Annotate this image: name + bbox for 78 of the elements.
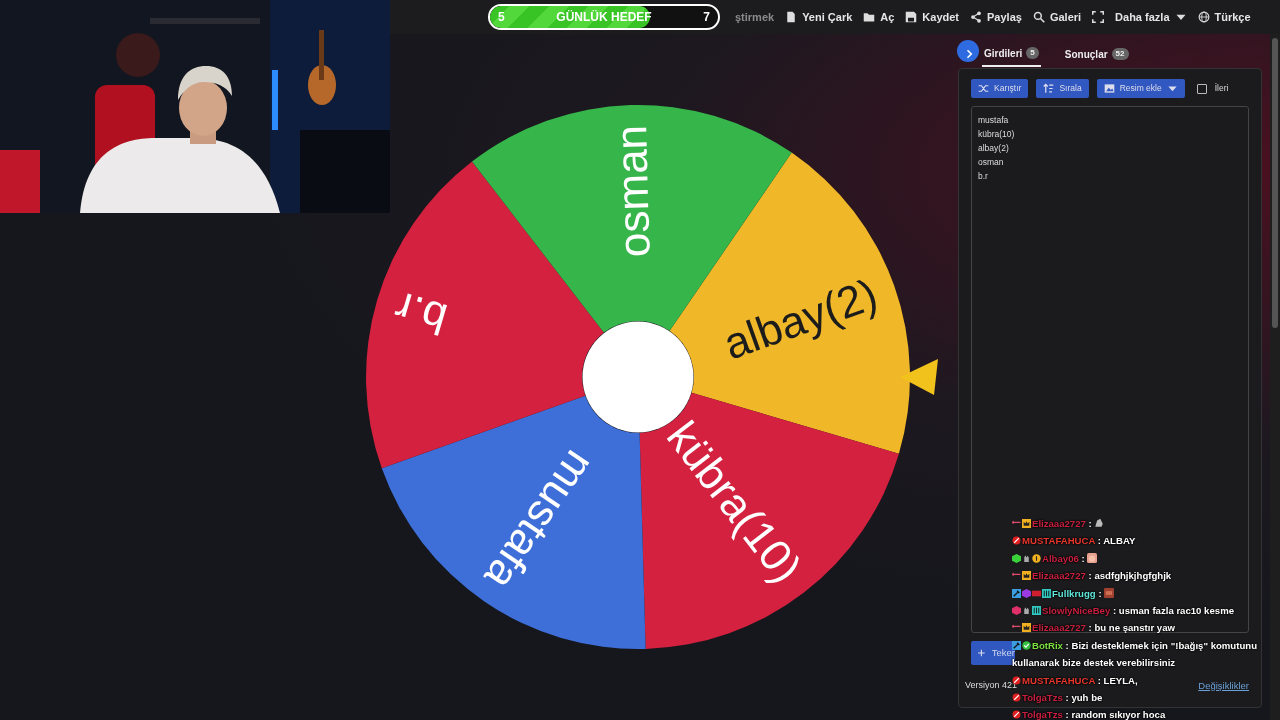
- toolbar-button[interactable]: Yeni Çark: [785, 8, 853, 26]
- share-icon: [970, 11, 983, 23]
- search-icon: [1032, 11, 1045, 23]
- action-button[interactable]: Karıştır: [971, 79, 1029, 98]
- checkbox-label: İleri: [1214, 82, 1229, 95]
- shuffle-icon: [978, 83, 989, 94]
- file-icon: [785, 11, 798, 23]
- toolbar-button[interactable]: Daha fazla: [1115, 8, 1187, 26]
- badge-icon: [1012, 588, 1021, 598]
- scrollbar-thumb[interactable]: [1272, 38, 1278, 328]
- badge-icon: [1022, 571, 1031, 581]
- wheel-slice[interactable]: [639, 392, 899, 649]
- chat-username: TolgaTzs: [1022, 709, 1063, 720]
- panel-tab[interactable]: Sonuçlar 52: [1062, 42, 1131, 66]
- chat-text: : bu ne şanstır yaw: [1088, 622, 1175, 634]
- chat-text: : yuh be: [1065, 692, 1103, 704]
- version-text: Versiyon 421: [965, 679, 1018, 693]
- chat-text: : Bizi desteklemek için "!bağış" komutunu: [1065, 639, 1257, 651]
- toolbar-button[interactable]: Aç: [863, 8, 895, 26]
- badge-icon: [1022, 640, 1031, 650]
- badge-icon: [1022, 623, 1031, 633]
- badge-icon: [1032, 553, 1041, 563]
- fullscreen-button[interactable]: [1092, 11, 1105, 23]
- toolbar-button[interactable]: Paylaş: [970, 8, 1022, 26]
- fullscreen-icon: [1092, 11, 1105, 23]
- wheel-label: b.r: [389, 282, 453, 345]
- goal-end-count: 7: [703, 9, 710, 26]
- badge-icon: [1042, 588, 1051, 598]
- chat-username: SlowlyNiceBey: [1042, 605, 1111, 617]
- chat-username: Elizaaa2727: [1032, 570, 1086, 582]
- plus-icon: [977, 648, 986, 658]
- chat-text: : usman fazla rac10 kesme: [1112, 605, 1234, 617]
- action-button[interactable]: Resim ekle: [1096, 79, 1185, 98]
- chat-username: Elizaaa2727: [1032, 518, 1086, 529]
- collapse-button[interactable]: [957, 40, 979, 62]
- badge-icon: [1012, 640, 1021, 650]
- toolbar-button[interactable]: ştirmek: [735, 8, 775, 26]
- action-button[interactable]: Sırala: [1036, 79, 1089, 98]
- pointer-icon: [900, 359, 938, 395]
- badge-icon: [1012, 536, 1021, 546]
- count-badge: 5: [1026, 47, 1039, 59]
- folder-icon: [863, 11, 876, 23]
- chat-text: kullanarak bize destek verebilirsiniz: [1012, 656, 1177, 671]
- chat-username: Albay06: [1042, 552, 1079, 564]
- wheel-slice[interactable]: [381, 395, 646, 649]
- count-badge: 52: [1111, 48, 1129, 60]
- chat-username: MUSTAFAHUCA: [1022, 535, 1095, 547]
- checkbox[interactable]: [1196, 83, 1207, 94]
- face-emote-icon: [1087, 552, 1098, 563]
- badge-icon: [1012, 710, 1021, 720]
- globe-icon: [1197, 11, 1210, 23]
- toolbar-button[interactable]: Türkçe: [1197, 8, 1251, 26]
- badge-icon: [1012, 693, 1021, 703]
- toolbar-button[interactable]: Kaydet: [905, 8, 960, 26]
- image-icon: [1103, 83, 1115, 94]
- chat-text: : LEYLA,: [1097, 674, 1138, 686]
- chat-username: MUSTAFAHUCA: [1022, 674, 1095, 686]
- panel-tab[interactable]: Girdileri 5: [982, 41, 1041, 67]
- changes-link[interactable]: Değişiklikler: [1198, 678, 1249, 693]
- save-icon: [905, 11, 918, 23]
- goal-start-count: 5: [498, 9, 505, 26]
- chat-text: : random sıkıyor hoca: [1065, 709, 1166, 720]
- badge-icon: [1032, 606, 1041, 616]
- badge-icon: [1022, 519, 1031, 528]
- chat-username: BotRix: [1032, 639, 1063, 651]
- chat-username: Fullkrugg: [1052, 587, 1096, 599]
- chat-username: Elizaaa2727: [1032, 622, 1086, 634]
- chat-username: TolgaTzs: [1022, 692, 1063, 704]
- chat-text: : asdfghjkjhgfghjk: [1088, 570, 1172, 582]
- chat-text: :: [1088, 518, 1092, 529]
- chat-text: : ALBAY: [1097, 535, 1136, 547]
- sort-icon: [1043, 83, 1055, 94]
- wheel-label: osman: [605, 124, 659, 258]
- chat-text: :: [1098, 587, 1102, 599]
- crate-emote-icon: [1104, 587, 1115, 598]
- toolbar-button[interactable]: Galeri: [1032, 8, 1082, 26]
- chat-text: :: [1081, 552, 1085, 564]
- rock-emote-icon: [1094, 518, 1105, 528]
